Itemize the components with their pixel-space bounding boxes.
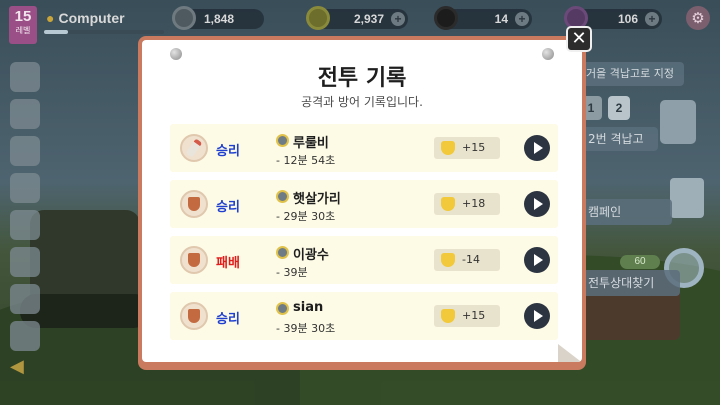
xp-bar-fill (44, 30, 68, 34)
hangar-2-label[interactable]: 2번 격납고 (580, 127, 658, 151)
replay-play-button[interactable] (524, 303, 550, 329)
opponent-avatar (276, 246, 289, 259)
mail-icon[interactable] (10, 99, 40, 129)
trophy-change: +18 (462, 197, 486, 210)
modal-title: 전투 기록 (317, 66, 407, 91)
trophy-counter[interactable]: 1,848 (172, 6, 264, 30)
shield-icon (180, 302, 208, 330)
find-opponent-button[interactable]: 전투상대찾기 (580, 270, 680, 296)
shield-icon (180, 246, 208, 274)
add-gold-button[interactable]: + (391, 12, 405, 26)
modal-subtitle: 공격과 방어 기록입니다. (301, 95, 423, 109)
bomb-icon (434, 6, 458, 30)
replay-play-button[interactable] (524, 247, 550, 273)
replay-play-button[interactable] (524, 191, 550, 217)
hangar-slots: 12 (580, 96, 636, 120)
level-label: 레벨 (15, 26, 31, 35)
campaign-button[interactable]: 캠페인 (580, 199, 672, 225)
shop-icon[interactable] (10, 136, 40, 166)
trophy-change-badge: +18 (434, 193, 500, 215)
trophy-count: 1,848 (203, 12, 234, 26)
opponent-avatar (276, 190, 289, 203)
ammo-counter[interactable]: 14 + (434, 6, 532, 30)
battle-record-row: 승리 sian - 39분 30초 +15 (170, 292, 558, 340)
top-hud: 15 레벨 ● Computer 1,848 2,937 + 14 + 106 +… (0, 0, 720, 44)
battle-result: 승리 (216, 312, 240, 327)
opponent-name[interactable]: 이광수 (293, 244, 329, 263)
player-name[interactable]: ● Computer (46, 10, 125, 26)
pin-left-icon (170, 48, 182, 60)
set-hangar-button[interactable]: 거을 격납고로 지정 (580, 62, 684, 86)
trophy-change-badge: +15 (434, 305, 500, 327)
trophy-icon (172, 6, 196, 30)
trophy-change-badge: -14 (434, 249, 500, 271)
trophy-change: +15 (462, 141, 486, 154)
battle-result: 승리 (216, 200, 240, 215)
opponent-name[interactable]: sian (293, 300, 323, 315)
add-ammo-button[interactable]: + (515, 12, 529, 26)
battle-duration: - 39분 30초 (276, 322, 336, 335)
trophy-icon (441, 309, 455, 323)
trophy-icon (441, 141, 455, 155)
clipboard-icon[interactable] (670, 178, 704, 218)
replay-play-button[interactable] (524, 135, 550, 161)
opponent-name[interactable]: 루룰비 (293, 132, 329, 151)
gold-counter[interactable]: 2,937 + (306, 6, 408, 30)
clock-icon[interactable] (10, 210, 40, 240)
opponent-name[interactable]: 햇살가리 (293, 188, 341, 207)
trophy-icon (441, 197, 455, 211)
gem-amount: 106 (617, 12, 638, 26)
battle-record-list: 승리 루룰비 - 12분 54초 +15 승리 햇살가리 - 29분 30초 +18 패배 이광수… (170, 124, 558, 348)
battle-duration: - 12분 54초 (276, 154, 336, 167)
add-gem-button[interactable]: + (645, 12, 659, 26)
level-badge[interactable]: 15 레벨 (9, 6, 37, 44)
settings-gear-icon[interactable]: ⚙ (686, 6, 710, 30)
battle-record-row: 패배 이광수 - 39분 -14 (170, 236, 558, 284)
page-curl (558, 344, 582, 362)
news-icon[interactable] (10, 62, 40, 92)
settings-icon[interactable] (10, 321, 40, 351)
battle-log-modal: 전투 기록 공격과 방어 기록입니다. 승리 루룰비 - 12분 54초 +15 승리 햇… (138, 36, 586, 370)
battle-result: 승리 (216, 144, 240, 159)
battle-result: 패배 (216, 256, 240, 271)
gold-coin-icon (306, 6, 330, 30)
opponent-avatar (276, 302, 289, 315)
battle-duration: - 39분 (276, 266, 308, 279)
trophy-change: -14 (462, 253, 480, 266)
trophy-change-badge: +15 (434, 137, 500, 159)
shield-icon (180, 190, 208, 218)
left-arrow-icon[interactable]: ◀ (10, 356, 24, 377)
player-icon: ● (46, 10, 55, 26)
battle-record-row: 승리 햇살가리 - 29분 30초 +18 (170, 180, 558, 228)
opponent-avatar (276, 134, 289, 147)
battle-record-row: 승리 루룰비 - 12분 54초 +15 (170, 124, 558, 172)
side-menu (10, 62, 44, 358)
search-cost-badge: 60 (620, 255, 660, 269)
friends-icon[interactable] (10, 247, 40, 277)
xp-bar (44, 30, 164, 34)
level-number: 15 (14, 8, 32, 25)
hammer-icon[interactable] (660, 100, 696, 144)
pin-right-icon (542, 48, 554, 60)
gold-amount: 2,937 (353, 12, 384, 26)
trophy-icon (441, 253, 455, 267)
medal-icon[interactable] (10, 173, 40, 203)
modal-paper: 전투 기록 공격과 방어 기록입니다. 승리 루룰비 - 12분 54초 +15 승리 햇… (142, 40, 582, 362)
battle-duration: - 29분 30초 (276, 210, 336, 223)
pencil-icon (180, 134, 208, 162)
bag-icon[interactable] (10, 284, 40, 314)
close-button[interactable]: ✕ (566, 26, 592, 52)
trophy-change: +15 (462, 309, 486, 322)
hangar-slot-2[interactable]: 2 (608, 96, 630, 120)
ammo-amount: 14 (494, 12, 508, 26)
player-name-text: Computer (58, 10, 125, 26)
